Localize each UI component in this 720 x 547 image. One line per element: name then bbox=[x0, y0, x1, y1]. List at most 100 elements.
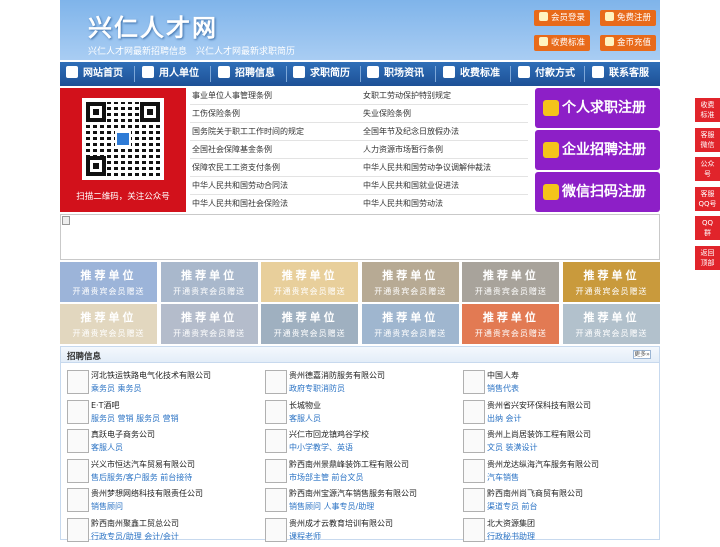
nav-employers[interactable]: 用人单位 bbox=[142, 62, 199, 86]
company-logo[interactable] bbox=[67, 399, 89, 424]
job-positions-link[interactable]: 销售代表 bbox=[487, 383, 519, 394]
side-qq-group-button[interactable]: QQ 群 bbox=[695, 216, 720, 240]
job-positions-link[interactable]: 销售顾问 bbox=[91, 501, 123, 512]
company-logo[interactable] bbox=[67, 458, 89, 483]
company-logo[interactable] bbox=[265, 399, 287, 424]
company-logo[interactable] bbox=[67, 488, 89, 512]
policy-link[interactable]: 中华人民共和国社会保险法 bbox=[192, 198, 288, 209]
policy-link[interactable]: 失业保险条例 bbox=[363, 108, 411, 119]
member-login-button[interactable]: 会员登录 bbox=[534, 10, 590, 26]
job-positions-link[interactable]: 销售顾问 人事专员/助理 bbox=[289, 501, 374, 512]
policy-link[interactable]: 中华人民共和国就业促进法 bbox=[363, 180, 459, 191]
job-positions-link[interactable]: 客服人员 bbox=[289, 413, 321, 424]
site-logo[interactable]: 兴仁人才网 bbox=[88, 8, 218, 43]
recommended-unit-card[interactable]: 推荐单位 开通贵宾会员赠送 bbox=[563, 262, 660, 302]
fee-standard-button[interactable]: 收费标准 bbox=[534, 35, 590, 51]
company-name-link[interactable]: 兴义市恒达汽车贸易有限公司 bbox=[91, 459, 195, 470]
company-name-link[interactable]: 黔西南州景鼎峰装饰工程有限公司 bbox=[289, 459, 409, 470]
personal-register-button[interactable]: 个人求职注册 bbox=[535, 88, 660, 128]
recommended-unit-card[interactable]: 推荐单位 开通贵宾会员赠送 bbox=[261, 304, 359, 344]
side-qq-button[interactable]: 客服 QQ号 bbox=[695, 186, 720, 211]
job-positions-link[interactable]: 文员 装潢设计 bbox=[487, 442, 538, 453]
recommended-unit-card[interactable]: 推荐单位 开通贵宾会员赠送 bbox=[462, 262, 560, 302]
company-name-link[interactable]: 真跃电子商务公司 bbox=[91, 429, 155, 440]
policy-link[interactable]: 女职工劳动保护特别规定 bbox=[363, 90, 451, 101]
policy-link[interactable]: 事业单位人事管理条例 bbox=[192, 90, 272, 101]
company-logo[interactable] bbox=[463, 488, 485, 512]
company-logo[interactable] bbox=[463, 517, 485, 542]
ad-banner[interactable] bbox=[60, 214, 660, 260]
side-fee-button[interactable]: 收费 标准 bbox=[695, 98, 720, 122]
policy-link[interactable]: 保障农民工工资支付条例 bbox=[192, 162, 280, 173]
recommended-unit-card[interactable]: 推荐单位 开通贵宾会员赠送 bbox=[60, 262, 157, 302]
job-positions-link[interactable]: 渠道专员 前台 bbox=[487, 501, 538, 512]
more-link[interactable]: 更多» bbox=[633, 350, 651, 359]
free-register-button[interactable]: 免费注册 bbox=[600, 10, 656, 26]
side-official-account-button[interactable]: 公众 号 bbox=[695, 157, 720, 181]
nav-home[interactable]: 网站首页 bbox=[66, 62, 123, 86]
job-positions-link[interactable]: 汽车销售 bbox=[487, 472, 519, 483]
company-logo[interactable] bbox=[463, 429, 485, 453]
company-name-link[interactable]: 兴仁市回龙镇鸡谷学校 bbox=[289, 429, 369, 440]
policy-link[interactable]: 人力资源市场暂行条例 bbox=[363, 144, 443, 155]
company-logo[interactable] bbox=[463, 370, 485, 394]
job-positions-link[interactable]: 政府专职消防员 bbox=[289, 383, 345, 394]
company-name-link[interactable]: 贵州龙达纵海汽车服务有限公司 bbox=[487, 459, 599, 470]
policy-link[interactable]: 全国社会保障基金条例 bbox=[192, 144, 272, 155]
company-logo[interactable] bbox=[265, 488, 287, 512]
policy-link[interactable]: 中华人民共和国劳动争议调解仲裁法 bbox=[363, 162, 491, 173]
policy-link[interactable]: 中华人民共和国劳动合同法 bbox=[192, 180, 288, 191]
company-logo[interactable] bbox=[265, 458, 287, 483]
recommended-unit-card[interactable]: 推荐单位 开通贵宾会员赠送 bbox=[60, 304, 157, 344]
company-logo[interactable] bbox=[265, 517, 287, 542]
job-positions-link[interactable]: 乘务员 乘务员 bbox=[91, 383, 142, 394]
company-name-link[interactable]: 贵州上尚居装饰工程有限公司 bbox=[487, 429, 591, 440]
company-name-link[interactable]: 北大资源集团 bbox=[487, 518, 535, 529]
recommended-unit-card[interactable]: 推荐单位 开通贵宾会员赠送 bbox=[261, 262, 359, 302]
recommended-unit-card[interactable]: 推荐单位 开通贵宾会员赠送 bbox=[462, 304, 560, 344]
recommended-unit-card[interactable]: 推荐单位 开通贵宾会员赠送 bbox=[563, 304, 660, 344]
company-register-button[interactable]: 企业招聘注册 bbox=[535, 130, 660, 170]
recommended-unit-card[interactable]: 推荐单位 开通贵宾会员赠送 bbox=[160, 304, 258, 344]
policy-link[interactable]: 国务院关于职工工作时间的规定 bbox=[192, 126, 304, 137]
company-name-link[interactable]: 中国人寿 bbox=[487, 370, 519, 381]
company-logo[interactable] bbox=[67, 517, 89, 542]
company-name-link[interactable]: 贵州省兴安环保科技有限公司 bbox=[487, 400, 591, 411]
policy-link[interactable]: 工伤保险条例 bbox=[192, 108, 240, 119]
recommended-unit-card[interactable]: 推荐单位 开通贵宾会员赠送 bbox=[160, 262, 258, 302]
nav-resumes[interactable]: 求职简历 bbox=[293, 62, 350, 86]
policy-link[interactable]: 全国年节及纪念日放假办法 bbox=[363, 126, 459, 137]
company-logo[interactable] bbox=[463, 458, 485, 483]
company-name-link[interactable]: 贵州德嘉消防服务有限公司 bbox=[289, 370, 385, 381]
company-name-link[interactable]: 黔西南州聚鑫工贸总公司 bbox=[91, 518, 179, 529]
company-logo[interactable] bbox=[463, 399, 485, 424]
recommended-unit-card[interactable]: 推荐单位 开通贵宾会员赠送 bbox=[361, 304, 459, 344]
job-positions-link[interactable]: 售后服务/客户服务 前台接待 bbox=[91, 472, 192, 483]
job-positions-link[interactable]: 客服人员 bbox=[91, 442, 123, 453]
job-positions-link[interactable]: 市场部主管 前台文员 bbox=[289, 472, 364, 483]
company-name-link[interactable]: 黔西南州尚飞商贸有限公司 bbox=[487, 488, 583, 499]
company-name-link[interactable]: E·T酒吧 bbox=[91, 400, 119, 411]
company-logo[interactable] bbox=[265, 429, 287, 453]
nav-contact[interactable]: 联系客服 bbox=[592, 62, 649, 86]
wechat-register-button[interactable]: 微信扫码注册 bbox=[535, 172, 660, 212]
company-name-link[interactable]: 黔西南州宝源汽车销售服务有限公司 bbox=[289, 488, 417, 499]
company-name-link[interactable]: 贵州梦想网络科技有限责任公司 bbox=[91, 488, 203, 499]
job-positions-link[interactable]: 中小学教学、英语 bbox=[289, 442, 353, 453]
side-wechat-button[interactable]: 客服 微信 bbox=[695, 127, 720, 152]
job-positions-link[interactable]: 服务员 营销 服务员 营销 bbox=[91, 413, 179, 424]
nav-news[interactable]: 职场资讯 bbox=[367, 62, 424, 86]
gold-recharge-button[interactable]: 金币充值 bbox=[600, 35, 656, 51]
job-positions-link[interactable]: 出纳 会计 bbox=[487, 413, 522, 424]
company-logo[interactable] bbox=[67, 429, 89, 453]
nav-fees[interactable]: 收费标准 bbox=[443, 62, 500, 86]
nav-jobs[interactable]: 招聘信息 bbox=[218, 62, 275, 86]
policy-link[interactable]: 中华人民共和国劳动法 bbox=[363, 198, 443, 209]
company-name-link[interactable]: 河北铁运铁路电气化技术有限公司 bbox=[91, 370, 211, 381]
company-logo[interactable] bbox=[265, 370, 287, 394]
nav-payment[interactable]: 付款方式 bbox=[518, 62, 575, 86]
side-back-to-top-button[interactable]: 返回 顶部 bbox=[695, 245, 720, 270]
company-logo[interactable] bbox=[67, 370, 89, 394]
company-name-link[interactable]: 贵州成才云教育培训有限公司 bbox=[289, 518, 393, 529]
company-name-link[interactable]: 长城物业 bbox=[289, 400, 321, 411]
